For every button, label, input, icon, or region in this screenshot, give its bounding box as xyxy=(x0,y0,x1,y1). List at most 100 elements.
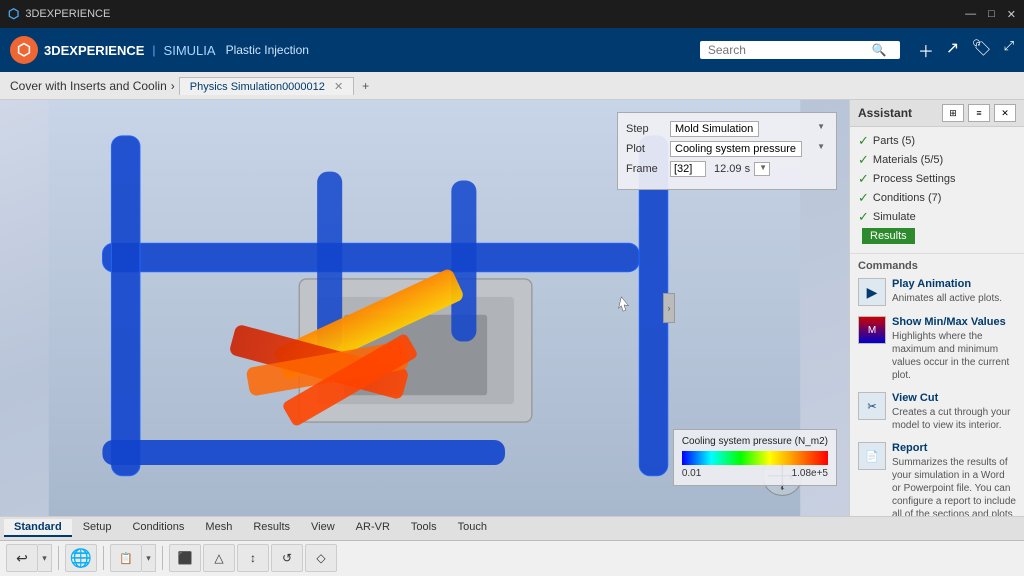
legend-min: 0.01 xyxy=(682,468,701,479)
materials-button[interactable]: 🌐 xyxy=(65,544,97,572)
viewport-3d[interactable]: Y X Z Step Mold Simulation Plot Cooling xyxy=(0,100,849,516)
check-parts-icon: ✓ xyxy=(858,133,869,149)
tag-icon[interactable]: 🏷 xyxy=(971,38,991,62)
frame-select[interactable] xyxy=(754,162,770,176)
check-parts-label: Parts (5) xyxy=(873,135,915,147)
frame-label: Frame xyxy=(626,163,666,175)
checklist-conditions: ✓ Conditions (7) xyxy=(858,190,1016,206)
bottom-toolbar: Standard Setup Conditions Mesh Results V… xyxy=(0,516,1024,576)
rotate-button[interactable]: ↺ xyxy=(271,544,303,572)
plot-select[interactable]: Cooling system pressure xyxy=(670,141,802,157)
cmd-report[interactable]: 📄 Report Summarizes the results of your … xyxy=(858,442,1016,516)
tab-setup[interactable]: Setup xyxy=(73,519,122,537)
tab-ar-vr[interactable]: AR-VR xyxy=(346,519,400,537)
cmd-minmax-desc: Highlights where the maximum and minimum… xyxy=(892,330,1016,382)
square-select-button[interactable]: ⬛ xyxy=(169,544,201,572)
plot-label: Plot xyxy=(626,143,666,155)
step-select[interactable]: Mold Simulation xyxy=(670,121,759,137)
active-tab[interactable]: Physics Simulation0000012 ✕ xyxy=(179,77,354,95)
legend-max: 1.08e+5 xyxy=(792,468,828,479)
commands-title: Commands xyxy=(858,260,1016,272)
separator-1 xyxy=(58,546,59,570)
separator-2 xyxy=(103,546,104,570)
titlebar-logo: ⬡ xyxy=(8,6,19,22)
cmd-viewcut[interactable]: ✂ View Cut Creates a cut through your mo… xyxy=(858,392,1016,432)
check-materials-label: Materials (5/5) xyxy=(873,154,943,166)
tab-view[interactable]: View xyxy=(301,519,345,537)
toolbar-tab-row: Standard Setup Conditions Mesh Results V… xyxy=(0,517,1024,541)
brand-name: 3DEXPERIENCE xyxy=(44,43,144,58)
cmd-minmax-name: Show Min/Max Values xyxy=(892,316,1016,328)
cmd-viewcut-desc: Creates a cut through your model to view… xyxy=(892,406,1016,432)
titlebar-controls[interactable]: — □ ✕ xyxy=(965,8,1016,21)
cmd-minmax-text: Show Min/Max Values Highlights where the… xyxy=(892,316,1016,382)
close-assistant-button[interactable]: ✕ xyxy=(994,104,1016,122)
tab-standard[interactable]: Standard xyxy=(4,519,72,537)
frame-time: 12.09 s xyxy=(714,163,750,175)
viewport-button[interactable]: 📋 xyxy=(110,544,142,572)
product-name: SIMULIA xyxy=(164,43,216,58)
triangle-button[interactable]: △ xyxy=(203,544,235,572)
panel-collapse-button[interactable]: › xyxy=(663,293,675,323)
add-icon[interactable]: ＋ xyxy=(918,38,934,62)
search-input[interactable] xyxy=(708,43,868,57)
separator: | xyxy=(152,43,155,57)
tab-results[interactable]: Results xyxy=(243,519,300,537)
close-button[interactable]: ✕ xyxy=(1007,8,1016,21)
tab-tools[interactable]: Tools xyxy=(401,519,447,537)
cmd-minmax[interactable]: M Show Min/Max Values Highlights where t… xyxy=(858,316,1016,382)
shape-button[interactable]: ◇ xyxy=(305,544,337,572)
top-icons[interactable]: ＋ ↗ 🏷 ⤢ xyxy=(918,38,1014,62)
sim-controls-panel: Step Mold Simulation Plot Cooling system… xyxy=(617,112,837,190)
plot-row: Plot Cooling system pressure xyxy=(626,141,828,157)
list-view-button[interactable]: ≡ xyxy=(968,104,990,122)
move-button[interactable]: ↕ xyxy=(237,544,269,572)
search-bar[interactable]: 🔍 xyxy=(700,41,900,59)
frame-select-wrap[interactable] xyxy=(754,162,770,176)
assistant-header-icons[interactable]: ⊞ ≡ ✕ xyxy=(942,104,1016,122)
breadcrumb-path: Cover with Inserts and Coolin xyxy=(10,79,167,93)
cmd-play-text: Play Animation Animates all active plots… xyxy=(892,278,1016,306)
share-icon[interactable]: ↗ xyxy=(946,38,959,62)
module-name: Plastic Injection xyxy=(226,43,309,57)
tab-conditions[interactable]: Conditions xyxy=(122,519,194,537)
check-process-icon: ✓ xyxy=(858,171,869,187)
close-tab-icon[interactable]: ✕ xyxy=(334,81,343,93)
frame-index-input[interactable] xyxy=(670,161,706,177)
viewport-group: 📋 ▾ xyxy=(110,544,156,572)
checklist-parts: ✓ Parts (5) xyxy=(858,133,1016,149)
check-simulate-icon: ✓ xyxy=(858,209,869,225)
undo-button[interactable]: ↩ xyxy=(6,544,38,572)
tab-mesh[interactable]: Mesh xyxy=(195,519,242,537)
report-icon: 📄 xyxy=(858,442,886,470)
step-select-wrap[interactable]: Mold Simulation xyxy=(670,121,828,137)
maximize-button[interactable]: □ xyxy=(988,8,995,21)
brand-logo: ⬡ xyxy=(10,36,38,64)
plot-select-wrap[interactable]: Cooling system pressure xyxy=(670,141,828,157)
cmd-play-desc: Animates all active plots. xyxy=(892,292,1016,305)
assistant-panel: Assistant ⊞ ≡ ✕ ✓ Parts (5) ✓ Materials … xyxy=(849,100,1024,516)
separator-3 xyxy=(162,546,163,570)
undo-dropdown[interactable]: ▾ xyxy=(38,544,52,572)
minimize-button[interactable]: — xyxy=(965,8,976,21)
minmax-icon: M xyxy=(858,316,886,344)
step-label: Step xyxy=(626,123,666,135)
results-active-badge[interactable]: Results xyxy=(862,228,915,244)
breadcrumb-separator: › xyxy=(171,79,175,93)
cursor xyxy=(619,297,629,311)
add-tab-button[interactable]: + xyxy=(362,79,369,93)
main-area: Y X Z Step Mold Simulation Plot Cooling xyxy=(0,100,1024,516)
viewport-dropdown[interactable]: ▾ xyxy=(142,544,156,572)
legend-title: Cooling system pressure (N_m2) xyxy=(682,436,828,447)
cmd-report-desc: Summarizes the results of your simulatio… xyxy=(892,456,1016,516)
cmd-play-animation[interactable]: ▶ Play Animation Animates all active plo… xyxy=(858,278,1016,306)
titlebar-appname: 3DEXPERIENCE xyxy=(25,8,110,20)
expand-icon[interactable]: ⤢ xyxy=(1004,38,1014,62)
tab-touch[interactable]: Touch xyxy=(448,519,497,537)
check-materials-icon: ✓ xyxy=(858,152,869,168)
checklist-results[interactable]: Results xyxy=(858,228,1016,244)
grid-view-button[interactable]: ⊞ xyxy=(942,104,964,122)
checklist-section: ✓ Parts (5) ✓ Materials (5/5) ✓ Process … xyxy=(850,127,1024,254)
legend-gradient-bar xyxy=(682,451,828,465)
check-conditions-label: Conditions (7) xyxy=(873,192,941,204)
